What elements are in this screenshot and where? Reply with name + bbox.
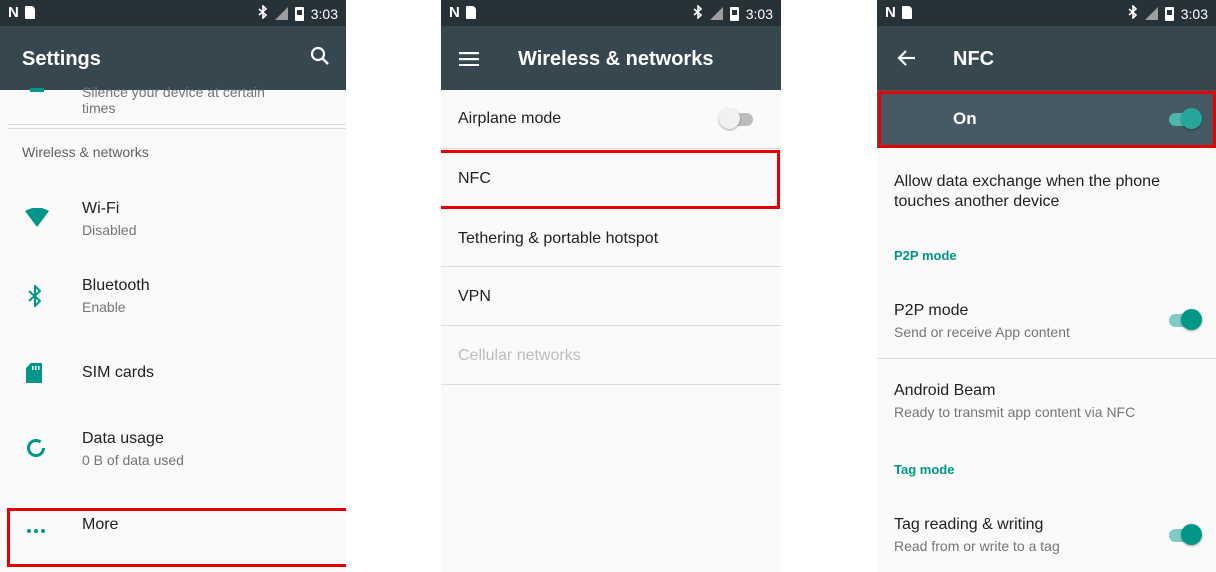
nfc-item[interactable]: NFC: [441, 150, 781, 206]
more-icon: [26, 521, 46, 539]
item-title: Cellular networks: [458, 347, 581, 364]
item-title: More: [82, 516, 119, 533]
divider: [8, 128, 346, 129]
app-bar: NFC: [877, 26, 1216, 90]
airplane-mode-toggle[interactable]: [719, 108, 755, 130]
divider: [441, 384, 781, 385]
p2p-mode-item[interactable]: P2P mode Send or receive App content: [877, 298, 1216, 354]
master-switch-label: On: [953, 109, 977, 128]
item-title: Tethering & portable hotspot: [458, 230, 659, 247]
nfc-screen: N 3:03 NFC On Allow data exchange when t…: [877, 0, 1216, 572]
item-title: Data usage: [82, 430, 164, 447]
bluetooth-icon: [28, 283, 42, 312]
back-arrow-icon[interactable]: [897, 50, 915, 71]
cellular-networks-item: Cellular networks: [441, 327, 781, 383]
nfc-icon: N: [449, 4, 460, 21]
section-header-tag: Tag mode: [894, 462, 955, 477]
sdcard-icon: [24, 6, 35, 19]
item-summary-line1: Silence your device at certain: [82, 84, 265, 100]
item-summary: Enable: [82, 299, 126, 315]
nfc-master-toggle[interactable]: [1167, 108, 1203, 130]
battery-icon: [294, 6, 304, 21]
settings-item-sim-cards[interactable]: SIM cards: [0, 352, 346, 396]
p2p-mode-toggle[interactable]: [1167, 309, 1203, 331]
settings-screen: N 3:03 Settings Silence your device at c…: [0, 0, 346, 572]
tethering-item[interactable]: Tethering & portable hotspot: [441, 210, 781, 266]
data-usage-icon: [26, 438, 46, 463]
do-not-disturb-item[interactable]: Silence your device at certain times: [0, 84, 346, 124]
item-summary: Ready to transmit app content via NFC: [894, 404, 1136, 420]
wifi-icon: [25, 207, 49, 233]
item-title: Wi-Fi: [82, 200, 120, 217]
category-header: Wireless & networks: [22, 144, 149, 160]
divider: [441, 266, 781, 267]
item-summary: 0 B of data used: [82, 452, 184, 468]
item-summary: Read from or write to a tag: [894, 538, 1060, 554]
sdcard-icon: [465, 6, 476, 19]
item-summary: Send or receive App content: [894, 324, 1070, 340]
section-header-p2p: P2P mode: [894, 248, 957, 263]
tag-reading-writing-item[interactable]: Tag reading & writing Read from or write…: [877, 512, 1216, 568]
item-title: Android Beam: [894, 382, 996, 399]
status-bar: N 3:03: [877, 0, 1216, 26]
page-title: Settings: [22, 48, 101, 70]
status-bar: N 3:03: [0, 0, 346, 26]
battery-icon: [729, 6, 739, 21]
bluetooth-icon: [258, 4, 268, 22]
divider: [877, 358, 1216, 359]
settings-item-bluetooth[interactable]: Bluetooth Enable: [0, 273, 346, 329]
settings-item-more[interactable]: More: [0, 508, 346, 564]
wireless-networks-screen: N 3:03 Wireless & networks Airplane mode…: [441, 0, 781, 572]
item-title: SIM cards: [82, 364, 155, 381]
description-line1: Allow data exchange when the phone: [894, 173, 1160, 190]
tag-mode-toggle[interactable]: [1167, 524, 1203, 546]
nfc-icon: N: [885, 4, 896, 21]
no-signal-icon: [274, 7, 288, 20]
battery-icon: [1164, 6, 1174, 21]
status-time: 3:03: [745, 5, 773, 22]
item-title: Tag reading & writing: [894, 516, 1044, 533]
item-title: Bluetooth: [82, 277, 150, 294]
status-time: 3:03: [310, 5, 338, 22]
hamburger-menu-icon[interactable]: [459, 52, 479, 71]
item-summary-line2: times: [82, 100, 116, 116]
divider: [441, 325, 781, 326]
status-time: 3:03: [1180, 5, 1208, 22]
item-title: P2P mode: [894, 302, 969, 319]
bluetooth-icon: [1128, 4, 1138, 22]
nfc-icon: N: [8, 4, 19, 21]
item-title: Airplane mode: [458, 110, 562, 127]
description-line2: touches another device: [894, 193, 1060, 210]
settings-item-wifi[interactable]: Wi-Fi Disabled: [0, 196, 346, 252]
do-not-disturb-icon: [30, 88, 44, 92]
status-bar: N 3:03: [441, 0, 781, 26]
divider: [441, 148, 781, 149]
page-title: NFC: [953, 48, 995, 70]
search-icon[interactable]: [310, 46, 330, 71]
item-title: NFC: [458, 170, 491, 187]
sdcard-icon: [901, 6, 912, 19]
app-bar: Wireless & networks: [441, 26, 781, 90]
no-signal-icon: [709, 7, 723, 20]
android-beam-item[interactable]: Android Beam Ready to transmit app conte…: [877, 378, 1216, 434]
app-bar: Settings: [0, 26, 346, 90]
airplane-mode-item[interactable]: Airplane mode: [441, 92, 781, 148]
no-signal-icon: [1144, 7, 1158, 20]
nfc-master-switch-bar[interactable]: On: [877, 90, 1216, 148]
item-summary: Disabled: [82, 222, 137, 238]
sim-card-icon: [26, 363, 42, 388]
settings-item-data-usage[interactable]: Data usage 0 B of data used: [0, 426, 346, 482]
divider: [8, 124, 346, 125]
nfc-description: Allow data exchange when the phone touch…: [894, 172, 1160, 212]
vpn-item[interactable]: VPN: [441, 268, 781, 324]
item-title: VPN: [458, 288, 491, 305]
page-title: Wireless & networks: [518, 48, 714, 70]
bluetooth-icon: [693, 4, 703, 22]
